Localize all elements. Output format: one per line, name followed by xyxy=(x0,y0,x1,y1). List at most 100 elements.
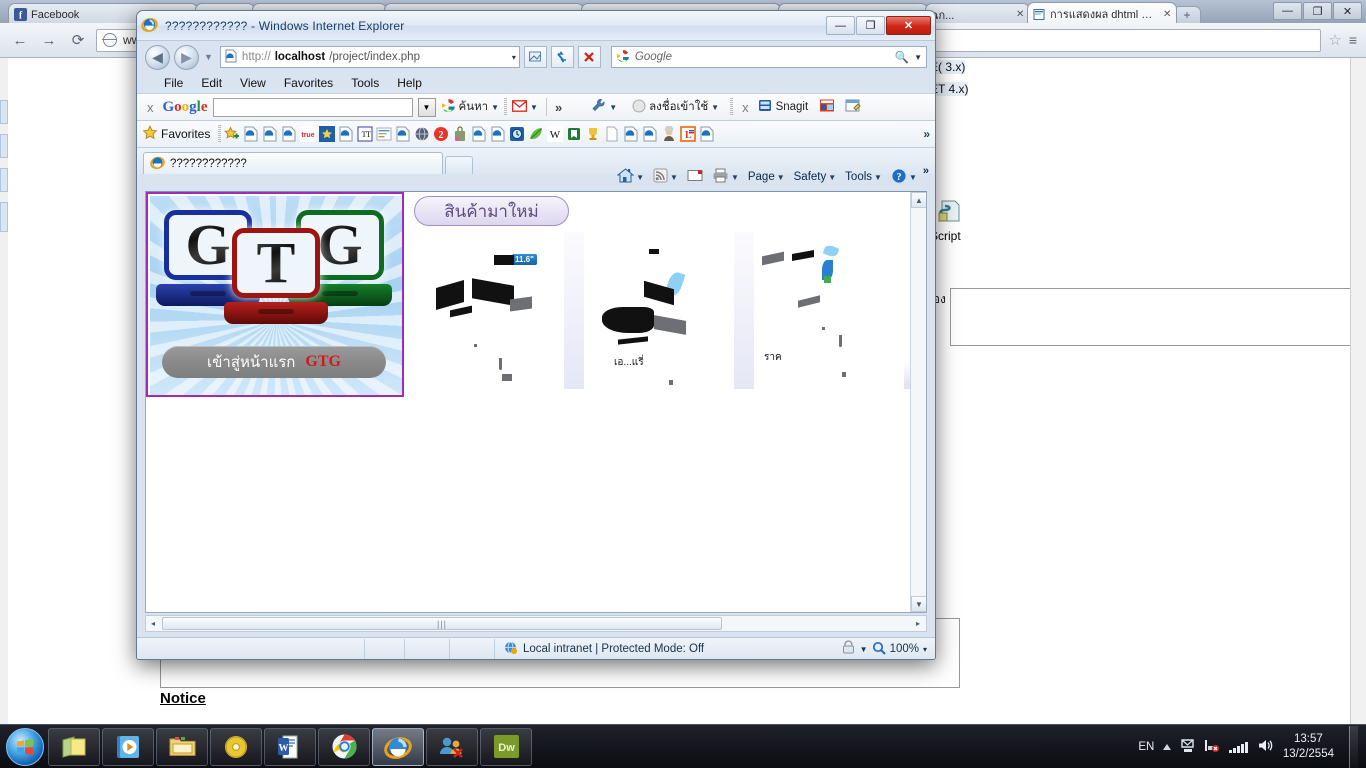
chevron-down-icon[interactable]: ▼ xyxy=(828,173,836,182)
chevron-down-icon[interactable]: ▼ xyxy=(609,103,617,112)
gmail-button[interactable]: ▼ xyxy=(511,99,538,115)
snagit-button[interactable]: Snagit xyxy=(758,98,808,116)
scroll-left-icon[interactable]: ◂ xyxy=(146,619,160,628)
menu-favorites[interactable]: Favorites xyxy=(275,75,342,91)
safety-menu-button[interactable]: Safety ▼ xyxy=(791,169,840,185)
address-dropdown-icon[interactable]: ▾ xyxy=(512,53,516,62)
true-icon[interactable]: true xyxy=(300,126,317,142)
feeds-button[interactable]: ▼ xyxy=(650,166,681,188)
scroll-down-icon[interactable]: ▼ xyxy=(911,596,926,612)
mail-button[interactable] xyxy=(684,167,706,187)
search-icon[interactable]: 🔍 xyxy=(895,50,909,64)
browser-tab-7[interactable]: ฉก... ✕ xyxy=(925,3,1030,23)
back-button[interactable]: ← xyxy=(9,29,31,51)
forward-button[interactable]: → xyxy=(38,29,60,51)
minimize-button[interactable]: — xyxy=(1273,2,1302,20)
ie-page-icon[interactable] xyxy=(490,126,506,142)
ie-page-icon[interactable] xyxy=(338,126,354,142)
clock-blue-icon[interactable] xyxy=(509,126,525,142)
google-toolbar-close-icon[interactable]: x xyxy=(143,100,158,115)
help-menu-button[interactable]: ? ▼ xyxy=(888,166,920,189)
internet-explorer-window[interactable]: ???????????? - Windows Internet Explorer… xyxy=(136,10,936,660)
wikipedia-icon[interactable]: W xyxy=(547,126,564,142)
product-card-2[interactable]: เอ...แรี่ xyxy=(584,232,734,389)
print-button[interactable]: ▼ xyxy=(709,166,742,188)
longdo-icon[interactable]: L xyxy=(680,126,697,142)
taskbar-windows-explorer[interactable] xyxy=(156,727,208,766)
menu-edit[interactable]: Edit xyxy=(192,75,231,91)
trophy-icon[interactable] xyxy=(585,126,601,142)
list-icon[interactable] xyxy=(376,126,392,142)
taskbar-word[interactable]: W xyxy=(264,727,316,766)
privacy-report-icon[interactable] xyxy=(841,640,856,658)
taskbar-internet-explorer[interactable] xyxy=(372,727,424,766)
ie-page-icon[interactable] xyxy=(699,126,715,142)
search-dropdown-icon[interactable]: ▼ xyxy=(914,53,922,62)
close-icon[interactable]: ✕ xyxy=(1163,9,1172,20)
ie-minimize-button[interactable]: — xyxy=(826,16,855,35)
security-zone[interactable]: Local intranet | Protected Mode: Off xyxy=(495,640,712,658)
reload-button[interactable]: ⟳ xyxy=(67,29,89,51)
menu-view[interactable]: View xyxy=(231,75,275,91)
chevron-down-icon[interactable]: ▼ xyxy=(909,173,917,182)
compatibility-view-icon[interactable] xyxy=(523,46,547,68)
chevron-down-icon[interactable]: ▼ xyxy=(530,103,538,112)
toolbar-grip[interactable] xyxy=(504,98,508,116)
translate-icon[interactable]: TT xyxy=(357,126,373,142)
stop-icon[interactable] xyxy=(577,46,601,68)
ie-page-icon[interactable] xyxy=(281,126,297,142)
scroll-thumb[interactable]: ||| xyxy=(162,617,722,630)
taskbar-disc-burner[interactable] xyxy=(210,727,262,766)
star-blue-icon[interactable] xyxy=(319,126,336,142)
blank-page-icon[interactable] xyxy=(604,126,620,142)
page-horizontal-scrollbar[interactable]: ◂ ||| ▸ xyxy=(145,615,927,632)
page-scrollbar[interactable] xyxy=(1350,58,1366,724)
address-bar[interactable]: http:// localhost /project/index.php ▾ xyxy=(219,46,520,68)
product-card-1[interactable]: 11.6" xyxy=(414,232,564,389)
back-button[interactable]: ◀ xyxy=(145,44,170,70)
recent-pages-dropdown[interactable]: ▼ xyxy=(204,52,213,62)
snagit-editor-icon[interactable] xyxy=(845,98,861,116)
snagit-close-icon[interactable]: x xyxy=(738,100,753,115)
google-search-dropdown-icon[interactable]: ▼ xyxy=(417,97,436,117)
signal-icon[interactable] xyxy=(1229,741,1248,753)
ie-page-icon[interactable] xyxy=(642,126,658,142)
product-card-3[interactable]: ราค xyxy=(754,232,904,389)
clock[interactable]: 13:57 13/2/2554 xyxy=(1283,732,1334,761)
favorites-grip[interactable] xyxy=(218,125,222,143)
leaf-icon[interactable] xyxy=(528,126,544,142)
favorites-label[interactable]: Favorites xyxy=(161,127,210,141)
chevron-down-icon[interactable]: ▼ xyxy=(670,173,678,182)
chevron-down-icon[interactable]: ▼ xyxy=(491,103,499,112)
globe-dark-icon[interactable] xyxy=(414,126,430,142)
ie-page-icon[interactable] xyxy=(395,126,411,142)
browser-tab-dhtml[interactable]: การแสดงผล dhtml ต่างกัน ... ✕ xyxy=(1027,2,1177,23)
show-hidden-icons-button[interactable] xyxy=(1163,743,1172,750)
maximize-button[interactable]: ❐ xyxy=(1303,2,1332,20)
chevron-down-icon[interactable]: ▼ xyxy=(874,173,882,182)
new-tab-button[interactable]: + xyxy=(1173,6,1201,23)
taskbar-sticky-notes[interactable] xyxy=(48,727,100,766)
ie-close-button[interactable]: ✕ xyxy=(886,16,931,35)
search-box[interactable]: Google 🔍 ▼ xyxy=(610,46,927,68)
home-button[interactable]: ▼ xyxy=(614,166,647,188)
bookmark-star-icon[interactable]: ☆ xyxy=(1328,31,1341,49)
favorites-star-icon[interactable] xyxy=(142,124,158,144)
zoom-dropdown-icon[interactable]: ▾ xyxy=(923,645,927,654)
chevron-down-icon[interactable]: ▼ xyxy=(777,173,785,182)
taskbar-media-player[interactable] xyxy=(102,727,154,766)
google-toolbar-overflow[interactable]: » xyxy=(555,100,562,115)
command-bar-overflow-icon[interactable]: » xyxy=(923,165,929,177)
page-vertical-scrollbar[interactable]: ▲ ▼ xyxy=(910,192,926,612)
ie-page-icon[interactable] xyxy=(623,126,639,142)
forward-button[interactable]: ▶ xyxy=(174,44,199,70)
network-error-icon[interactable] xyxy=(1204,738,1220,756)
google-search-button[interactable]: ค้นหา ▼ xyxy=(441,98,499,116)
add-favorites-icon[interactable] xyxy=(224,126,240,142)
menu-tools[interactable]: Tools xyxy=(342,75,388,91)
tools-menu-button[interactable]: Tools ▼ xyxy=(842,169,885,185)
chrome-menu-icon[interactable]: ≡ xyxy=(1349,32,1357,48)
snagit-capture-icon[interactable] xyxy=(819,98,835,116)
action-center-icon[interactable] xyxy=(1180,738,1195,756)
taskbar-msn-messenger[interactable] xyxy=(426,727,478,766)
